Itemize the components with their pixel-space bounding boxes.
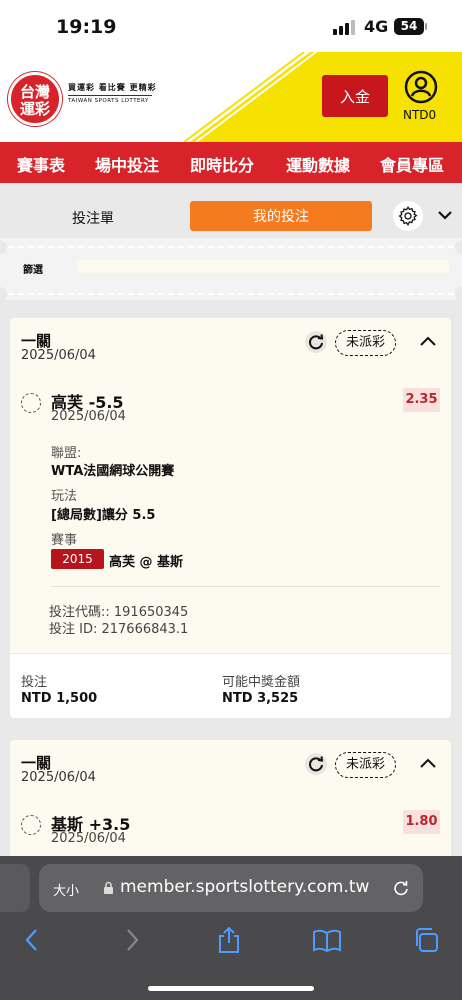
selection-radio[interactable] — [21, 393, 41, 413]
ticket-notch — [455, 240, 462, 254]
status-badge: 未派彩 — [335, 752, 397, 778]
bet-date: 2025/06/04 — [21, 770, 96, 785]
divider — [51, 586, 440, 587]
bet-card: 一關 2025/06/04 未派彩 基斯 +3.5 2025/06/04 1.8… — [10, 740, 451, 860]
bet-card-footer: 投注 NTD 1,500 可能中獎金額 NTD 3,525 — [10, 653, 451, 718]
main-nav: 賽事表 場中投注 即時比分 運動數據 會員專區 — [0, 142, 462, 183]
payout-label: 可能中獎金額 — [222, 675, 301, 690]
user-icon[interactable] — [404, 70, 438, 104]
filter-label: 篩選 — [23, 265, 43, 276]
ticket-notch — [0, 287, 7, 301]
reload-icon[interactable] — [391, 878, 411, 898]
refresh-icon[interactable] — [304, 330, 328, 354]
bookmarks-icon[interactable] — [312, 926, 342, 954]
logo-divider — [68, 95, 152, 96]
stake-label: 投注 — [21, 675, 48, 690]
chevron-up-icon[interactable] — [418, 332, 438, 352]
nav-live-betting[interactable]: 場中投注 — [95, 152, 159, 176]
previous-tab-preview[interactable] — [0, 864, 30, 912]
league-value: WTA法國網球公開賽 — [51, 464, 175, 479]
settings-button[interactable] — [393, 201, 423, 231]
logo-brand-en: TAIWAN SPORTS LOTTERY — [68, 98, 149, 104]
stake-value: NTD 1,500 — [21, 691, 98, 706]
event-teams: 高芙 @ 基斯 — [109, 555, 184, 570]
chevron-down-icon[interactable] — [436, 206, 454, 224]
status-bar: 19:19 4G 54 — [0, 0, 462, 52]
bet-card: 一關 2025/06/04 未派彩 高芙 -5.5 2025/06/04 2.3… — [10, 318, 451, 718]
pick-date: 2025/06/04 — [51, 831, 126, 846]
selection-radio[interactable] — [21, 815, 41, 835]
odds-badge: 1.80 — [403, 810, 440, 834]
bet-date: 2025/06/04 — [21, 348, 96, 363]
browser-toolbar: 大小 member.sportslottery.com.tw — [0, 856, 462, 1000]
tab-bet-slip[interactable]: 投注單 — [72, 208, 114, 228]
nav-sports-data[interactable]: 運動數據 — [286, 152, 350, 176]
account-balance: NTD0 — [403, 108, 437, 122]
status-badge: 未派彩 — [335, 330, 397, 356]
logo-slogan-block: 買運彩 看比賽 更精彩 TAIWAN SPORTS LOTTERY — [68, 82, 157, 104]
refresh-icon[interactable] — [304, 752, 328, 776]
bet-id: 投注 ID: 217666843.1 — [49, 622, 189, 637]
logo-slogan: 買運彩 看比賽 更精彩 — [68, 83, 157, 92]
tab-my-bets[interactable]: 我的投注 — [190, 201, 372, 231]
event-number: 2015 — [51, 549, 104, 569]
filter-input[interactable] — [77, 260, 449, 273]
site-header: 台灣 運彩 買運彩 看比賽 更精彩 TAIWAN SPORTS LOTTERY … — [0, 52, 462, 142]
gear-icon — [398, 206, 418, 226]
league-label: 聯盟: — [51, 446, 82, 461]
lock-icon — [104, 881, 113, 894]
share-icon[interactable] — [216, 926, 242, 954]
url-text[interactable]: member.sportslottery.com.tw — [120, 877, 369, 897]
tabs-icon[interactable] — [412, 926, 440, 954]
text-size-button[interactable]: 大小 — [53, 880, 79, 899]
pick-date: 2025/06/04 — [51, 409, 126, 424]
ticket-notch — [455, 287, 462, 301]
home-indicator — [148, 986, 314, 991]
sports-lottery-logo[interactable]: 台灣 運彩 — [8, 72, 62, 126]
back-icon[interactable] — [22, 926, 42, 954]
signal-icon — [333, 20, 355, 35]
nav-live-score[interactable]: 即時比分 — [190, 152, 254, 176]
battery-icon: 54 — [394, 18, 424, 35]
bet-tabs: 投注單 我的投注 — [0, 192, 462, 238]
logo-text: 台灣 運彩 — [19, 83, 50, 118]
market-value: [總局數]讓分 5.5 — [51, 508, 156, 523]
chevron-up-icon[interactable] — [418, 754, 438, 774]
network-type: 4G — [364, 17, 389, 36]
status-time: 19:19 — [56, 16, 117, 38]
market-label: 玩法 — [51, 489, 78, 504]
deposit-button[interactable]: 入金 — [322, 75, 388, 117]
nav-schedule[interactable]: 賽事表 — [17, 152, 65, 176]
filter-panel: 篩選 — [0, 238, 462, 301]
odds-badge: 2.35 — [403, 388, 440, 412]
event-label: 賽事 — [51, 533, 78, 548]
address-bar[interactable]: 大小 member.sportslottery.com.tw — [39, 864, 423, 912]
battery-tip — [425, 23, 427, 30]
nav-member-area[interactable]: 會員專區 — [380, 152, 444, 176]
dashed-divider-bottom — [8, 293, 454, 295]
forward-icon[interactable] — [122, 926, 142, 954]
dashed-divider-top — [8, 246, 454, 248]
ticket-notch — [0, 240, 7, 254]
payout-value: NTD 3,525 — [222, 691, 299, 706]
